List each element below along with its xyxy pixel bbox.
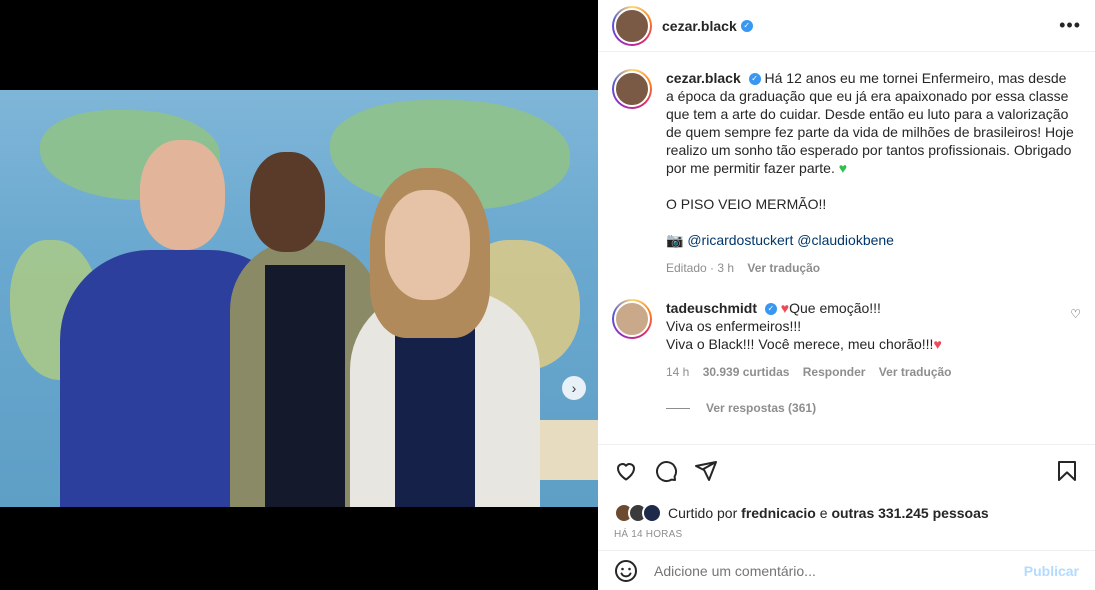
camera-icon: 📷 bbox=[666, 232, 684, 248]
avatar-image bbox=[614, 71, 650, 107]
liked-middle: e bbox=[819, 505, 828, 521]
post-photo[interactable]: › bbox=[0, 90, 598, 507]
person-right-shirt bbox=[395, 320, 475, 507]
map-frame bbox=[530, 420, 598, 480]
avatar[interactable] bbox=[612, 5, 652, 46]
caption-credits: 📷 @ricardostuckert @claudiokbene bbox=[666, 231, 1076, 249]
liked-by: Curtido por frednicacio e outras 331.245… bbox=[614, 503, 1079, 523]
person-right-head bbox=[385, 190, 470, 300]
comment-icon[interactable] bbox=[654, 459, 678, 483]
verified-badge-icon: ✓ bbox=[748, 73, 761, 86]
edited-label: Editado · 3 h bbox=[666, 261, 735, 275]
caption-meta: Editado · 3 h Ver tradução bbox=[666, 259, 1076, 277]
view-replies-label: Ver respostas (361) bbox=[706, 401, 817, 415]
comment-line-3: Viva o Black!!! Você merece, meu chorão!… bbox=[666, 335, 1056, 353]
author-username[interactable]: cezar.black bbox=[662, 18, 737, 34]
comment-meta: 14 h 30.939 curtidas Responder Ver tradu… bbox=[666, 363, 1056, 381]
comment-like-heart-icon[interactable]: ♡ bbox=[1070, 307, 1081, 321]
comment-line: Viva os enfermeiros!!! bbox=[666, 318, 802, 334]
carousel-next-button[interactable]: › bbox=[562, 376, 586, 400]
avatar-image bbox=[614, 301, 650, 337]
verified-badge-icon: ✓ bbox=[764, 303, 777, 316]
action-icons bbox=[614, 459, 1079, 483]
person-middle-head bbox=[250, 152, 325, 252]
actions-section: Curtido por frednicacio e outras 331.245… bbox=[598, 444, 1095, 540]
comment-input[interactable] bbox=[654, 562, 1024, 579]
post-header: cezar.black ✓ ••• bbox=[598, 0, 1095, 52]
divider bbox=[666, 407, 690, 409]
view-replies-button[interactable]: Ver respostas (361) bbox=[666, 401, 1081, 415]
see-translation-link[interactable]: Ver tradução bbox=[747, 261, 820, 275]
post-media: › bbox=[0, 0, 598, 590]
avatar-image bbox=[614, 7, 650, 44]
avatar bbox=[642, 503, 662, 523]
avatar[interactable] bbox=[612, 69, 652, 109]
comments-section[interactable]: cezar.black ✓ Há 12 anos eu me tornei En… bbox=[598, 53, 1095, 443]
add-comment-bar: Publicar bbox=[598, 550, 1095, 590]
share-icon[interactable] bbox=[694, 459, 718, 483]
comment-username[interactable]: tadeuschmidt bbox=[666, 300, 757, 316]
bookmark-icon[interactable] bbox=[1055, 459, 1079, 483]
comment-likes[interactable]: 30.939 curtidas bbox=[703, 365, 790, 379]
see-translation-link[interactable]: Ver tradução bbox=[879, 365, 952, 379]
verified-badge-icon: ✓ bbox=[740, 19, 753, 32]
liked-prefix: Curtido por bbox=[668, 505, 738, 521]
caption-text: cezar.black ✓ Há 12 anos eu me tornei En… bbox=[666, 69, 1076, 177]
liked-user-link[interactable]: frednicacio bbox=[741, 505, 816, 521]
reply-button[interactable]: Responder bbox=[803, 365, 866, 379]
person-left-head bbox=[140, 140, 225, 250]
avatar[interactable] bbox=[612, 299, 652, 339]
mention-link[interactable]: @claudiokbene bbox=[797, 232, 894, 248]
more-icon[interactable]: ••• bbox=[1059, 15, 1081, 36]
chevron-right-icon: › bbox=[571, 380, 577, 396]
red-heart-icon: ♥ bbox=[780, 300, 790, 316]
comment-time: 14 h bbox=[666, 365, 690, 379]
caption-line: O PISO VEIO MERMÃO!! bbox=[666, 196, 827, 212]
comment-item: tadeuschmidt ✓ ♥Que emoção!!! Viva os en… bbox=[612, 299, 1081, 381]
comment-line: Que emoção!!! bbox=[789, 300, 881, 316]
comment-line: Viva o Black!!! Você merece, meu chorão!… bbox=[666, 336, 934, 352]
caption-username[interactable]: cezar.black bbox=[666, 70, 741, 86]
post-panel: cezar.black ✓ ••• cezar.black ✓ Há 12 an… bbox=[598, 0, 1095, 590]
publish-button[interactable]: Publicar bbox=[1024, 563, 1079, 579]
red-heart-icon: ♥ bbox=[933, 336, 942, 352]
heart-icon[interactable] bbox=[614, 459, 638, 483]
liked-others-link[interactable]: outras 331.245 pessoas bbox=[831, 505, 988, 521]
person-middle-shirt bbox=[265, 265, 345, 507]
post-timestamp[interactable]: HÁ 14 HORAS bbox=[614, 529, 1079, 540]
green-heart-icon: ♥ bbox=[838, 160, 848, 176]
comment-text: tadeuschmidt ✓ ♥Que emoção!!! bbox=[666, 299, 1056, 317]
caption: cezar.black ✓ Há 12 anos eu me tornei En… bbox=[612, 69, 1081, 277]
liked-avatars bbox=[614, 503, 662, 523]
mention-link[interactable]: @ricardostuckert bbox=[687, 232, 793, 248]
emoji-icon[interactable] bbox=[614, 559, 638, 583]
